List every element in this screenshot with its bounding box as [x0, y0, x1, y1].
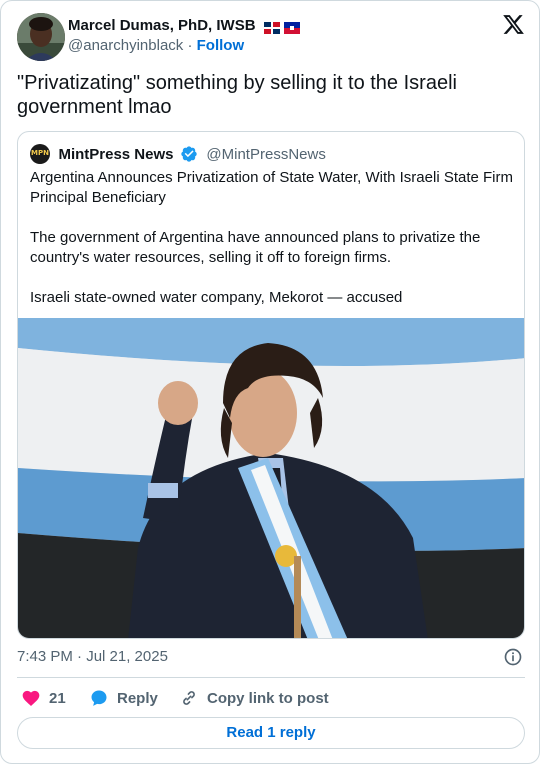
quoted-paragraph	[30, 208, 516, 228]
author-handle-row: @anarchyinblack · Follow	[68, 37, 244, 54]
reply-bubble-icon	[91, 690, 107, 706]
quoted-paragraph: Argentina Announces Privatization of Sta…	[30, 169, 513, 206]
author-name-text[interactable]: Marcel Dumas, PhD, IWSB	[68, 17, 256, 34]
separator-dot: ·	[187, 37, 193, 54]
flag-icons	[263, 19, 300, 36]
dominican-republic-flag-icon	[263, 22, 280, 35]
info-icon[interactable]	[503, 647, 523, 667]
reply-label: Reply	[117, 689, 158, 707]
quoted-paragraph	[30, 268, 516, 288]
like-count: 21	[49, 689, 66, 707]
x-logo-icon[interactable]	[502, 13, 525, 36]
quoted-paragraph: The government of Argentina have announc…	[30, 229, 481, 266]
quoted-tweet-text: Argentina Announces Privatization of Sta…	[30, 168, 516, 308]
tweet-timestamp[interactable]: 7:43 PM · Jul 21, 2025	[17, 648, 168, 665]
quoted-author-name: MintPress News	[58, 145, 174, 163]
tweet-embed-card: Marcel Dumas, PhD, IWSB @anarchyinblack	[0, 0, 540, 764]
quoted-tweet-header: MPN MintPress News @MintPressNews	[30, 144, 326, 164]
divider	[17, 677, 525, 678]
quoted-author-handle: @MintPressNews	[206, 145, 326, 163]
link-icon	[183, 691, 195, 705]
reply-button[interactable]: Reply	[89, 687, 158, 709]
tweet-text: "Privatizating" something by selling it …	[17, 72, 457, 118]
haiti-flag-icon	[283, 22, 300, 35]
quoted-tweet-image[interactable]	[18, 318, 524, 638]
read-replies-button[interactable]: Read 1 reply	[17, 717, 525, 749]
copy-link-label: Copy link to post	[207, 689, 329, 707]
quoted-paragraph: Israeli state-owned water company, Mekor…	[30, 289, 403, 306]
copy-link-button[interactable]: Copy link to post	[179, 687, 329, 709]
like-button[interactable]: 21	[21, 687, 66, 709]
author-name[interactable]: Marcel Dumas, PhD, IWSB	[68, 17, 300, 36]
follow-link[interactable]: Follow	[197, 37, 245, 54]
author-handle[interactable]: @anarchyinblack	[68, 37, 183, 54]
author-avatar[interactable]	[17, 13, 65, 61]
quoted-author-logo-text: MPN	[31, 149, 49, 157]
verified-badge-icon	[181, 146, 197, 162]
tweet-actions: 21 Reply Copy link to post	[17, 687, 525, 709]
quoted-tweet[interactable]: MPN MintPress News @MintPressNews Argent…	[17, 131, 525, 639]
tweet-header: Marcel Dumas, PhD, IWSB @anarchyinblack	[17, 13, 525, 61]
heart-icon	[22, 690, 40, 706]
quoted-author-avatar: MPN	[30, 144, 50, 164]
